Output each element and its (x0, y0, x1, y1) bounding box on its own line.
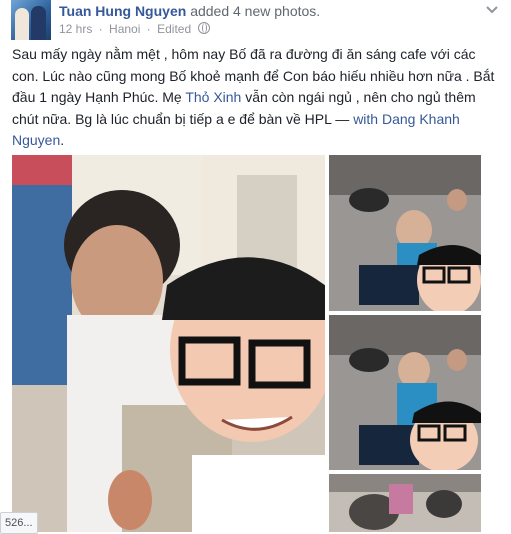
post-action-text: added 4 new photos. (190, 3, 321, 19)
author-avatar[interactable] (11, 0, 51, 40)
photo-thumbnail[interactable] (329, 155, 481, 311)
meta-separator: · (146, 22, 151, 36)
author-name-link[interactable]: Tuan Hung Nguyen (59, 3, 186, 19)
globe-icon[interactable] (198, 22, 211, 34)
main-photo[interactable] (12, 155, 325, 532)
photo-thumbnail[interactable] (329, 474, 481, 532)
with-link[interactable]: with (353, 111, 378, 127)
post-text-part: . (60, 132, 65, 148)
post-timestamp[interactable]: 12 hrs (59, 22, 92, 36)
post-location[interactable]: Hanoi (109, 22, 140, 36)
chevron-down-icon[interactable] (484, 2, 500, 18)
photo-thumbnail[interactable] (329, 315, 481, 470)
post-header: Tuan Hung Nguyen added 4 new photos. 12 … (0, 0, 511, 40)
avatar-person-right (31, 6, 46, 40)
avatar-person-left (15, 8, 29, 40)
post-edited-label[interactable]: Edited (157, 22, 191, 36)
meta-separator: · (98, 22, 103, 36)
url-status-chip: 526... (0, 512, 38, 534)
post-meta: 12 hrs · Hanoi · Edited (59, 22, 211, 36)
tagged-user-link[interactable]: Thỏ Xinh (185, 89, 241, 105)
author-line: Tuan Hung Nguyen added 4 new photos. (59, 3, 320, 19)
post-body-text: Sau mấy ngày nằm mệt , hôm nay Bố đã ra … (12, 44, 500, 152)
